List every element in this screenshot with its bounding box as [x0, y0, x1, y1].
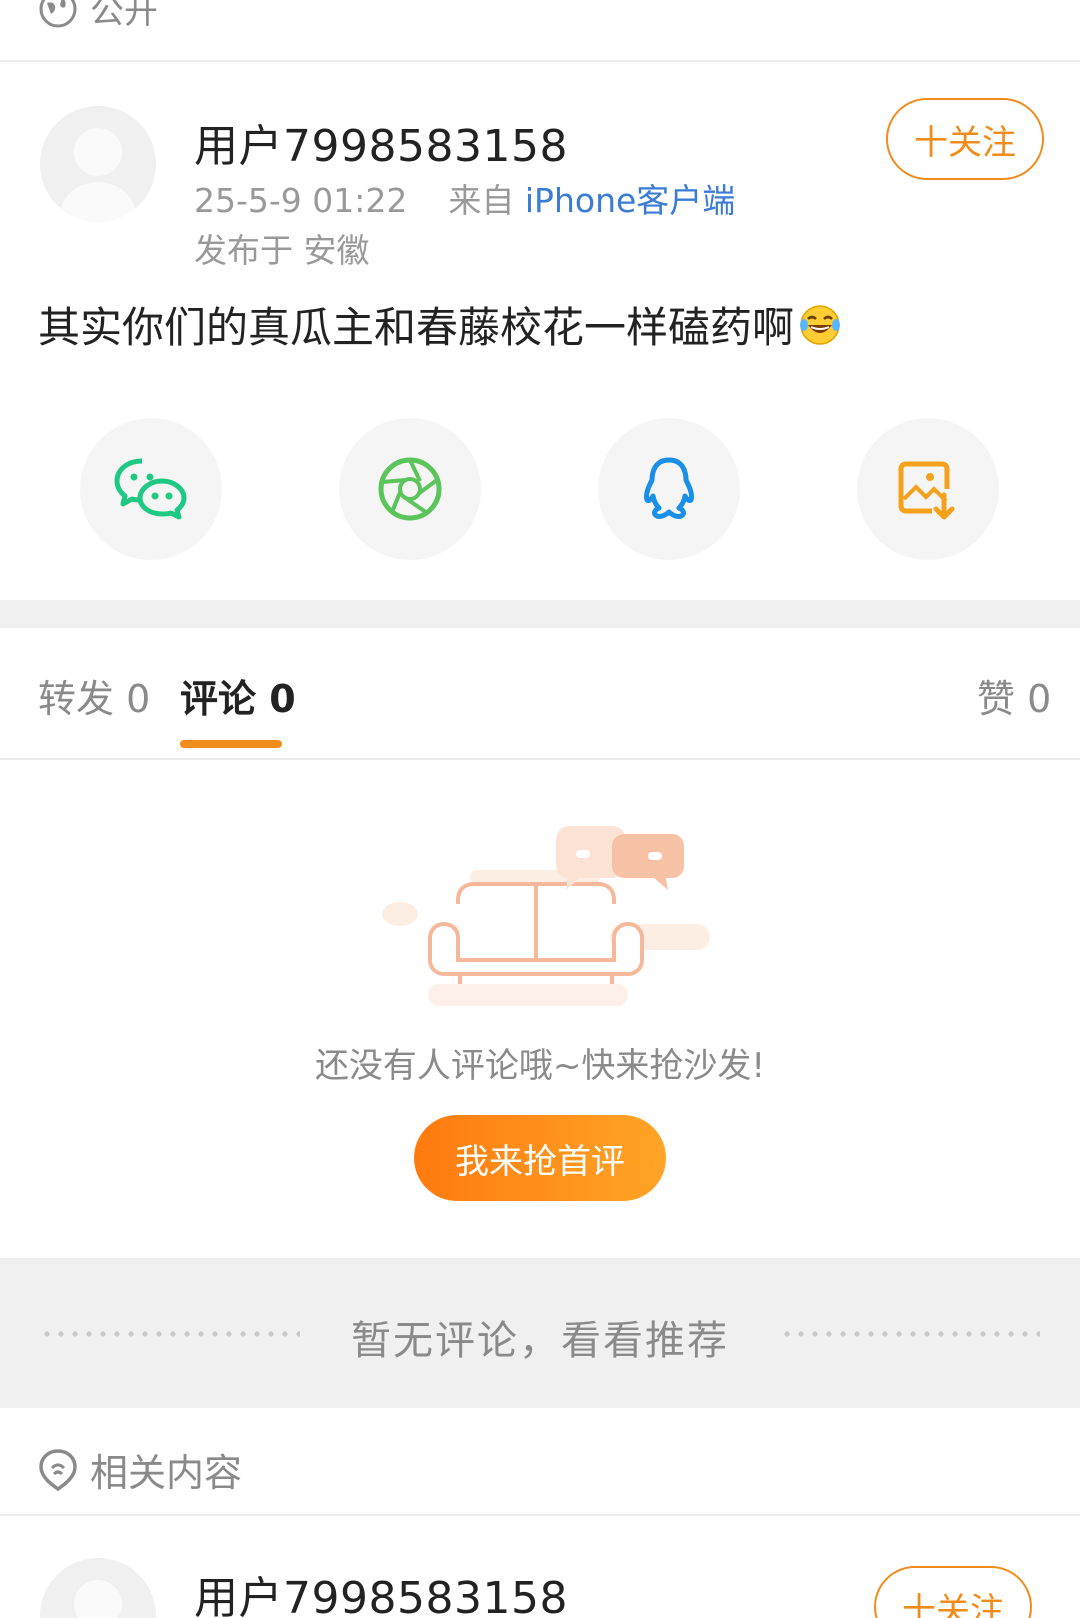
related-section-header: 相关内容 — [0, 1408, 1080, 1516]
tab-comment[interactable]: 评论 0 — [180, 668, 296, 723]
laughing-tears-emoji-icon — [800, 304, 841, 345]
related-title: 相关内容 — [38, 1442, 242, 1497]
tab-like[interactable]: 赞 0 — [977, 668, 1051, 723]
visibility-bar: 公开 — [0, 0, 1080, 62]
default-avatar-icon — [40, 1558, 156, 1618]
active-tab-indicator — [180, 740, 282, 748]
username[interactable]: 用户7998583158 — [194, 110, 568, 174]
dotted-divider-right — [780, 1331, 1040, 1337]
follow-button[interactable]: 十关注 — [874, 1566, 1032, 1618]
post-content: 其实你们的真瓜主和春藤校花一样磕药啊 — [38, 294, 842, 355]
avatar[interactable] — [40, 1558, 156, 1618]
visibility-label: 公开 — [90, 0, 158, 32]
empty-sofa-illustration — [382, 826, 710, 1006]
tab-repost[interactable]: 转发 0 — [38, 668, 150, 723]
visibility-indicator[interactable]: 公开 — [38, 0, 158, 33]
related-label: 相关内容 — [90, 1451, 243, 1495]
follow-button[interactable]: 十关注 — [886, 98, 1044, 180]
post-source[interactable]: iPhone客户端 — [525, 181, 735, 220]
username[interactable]: 用户7998583158 — [194, 1562, 568, 1618]
empty-message: 还没有人评论哦~快来抢沙发! — [314, 1046, 766, 1086]
related-post-card[interactable]: 用户7998583158 十关注 — [0, 1516, 1080, 1618]
share-moments-button[interactable] — [339, 418, 481, 560]
from-prefix: 来自 — [448, 181, 515, 220]
share-row — [0, 418, 1080, 568]
no-comment-text: 暂无评论，看看推荐 — [351, 1318, 729, 1364]
moments-icon — [378, 457, 442, 521]
post-card: 用户7998583158 25-5-9 01:22 来自 iPhone客户端 发… — [0, 62, 1080, 600]
default-avatar-icon — [40, 106, 156, 222]
share-wechat-button[interactable] — [80, 418, 222, 560]
location-chat-icon — [39, 1448, 77, 1491]
post-meta: 25-5-9 01:22 来自 iPhone客户端 — [194, 174, 735, 222]
post-location: 发布于 安徽 — [194, 231, 370, 270]
post-text: 其实你们的真瓜主和春藤校花一样磕药啊 — [38, 303, 795, 352]
save-image-icon — [898, 461, 955, 520]
qq-icon — [644, 457, 694, 519]
post-time: 25-5-9 01:22 — [194, 181, 408, 220]
save-image-button[interactable] — [857, 418, 999, 560]
section-divider — [0, 600, 1080, 628]
no-comment-banner: 暂无评论，看看推荐 — [0, 1258, 1080, 1408]
share-qq-button[interactable] — [598, 418, 740, 560]
first-comment-button[interactable]: 我来抢首评 — [414, 1115, 666, 1201]
globe-icon — [39, 0, 77, 27]
wechat-icon — [114, 458, 187, 520]
interaction-tabs: 转发 0 评论 0 赞 0 — [0, 628, 1080, 760]
avatar[interactable] — [40, 106, 156, 222]
empty-comments: 还没有人评论哦~快来抢沙发! 我来抢首评 — [0, 760, 1080, 1258]
